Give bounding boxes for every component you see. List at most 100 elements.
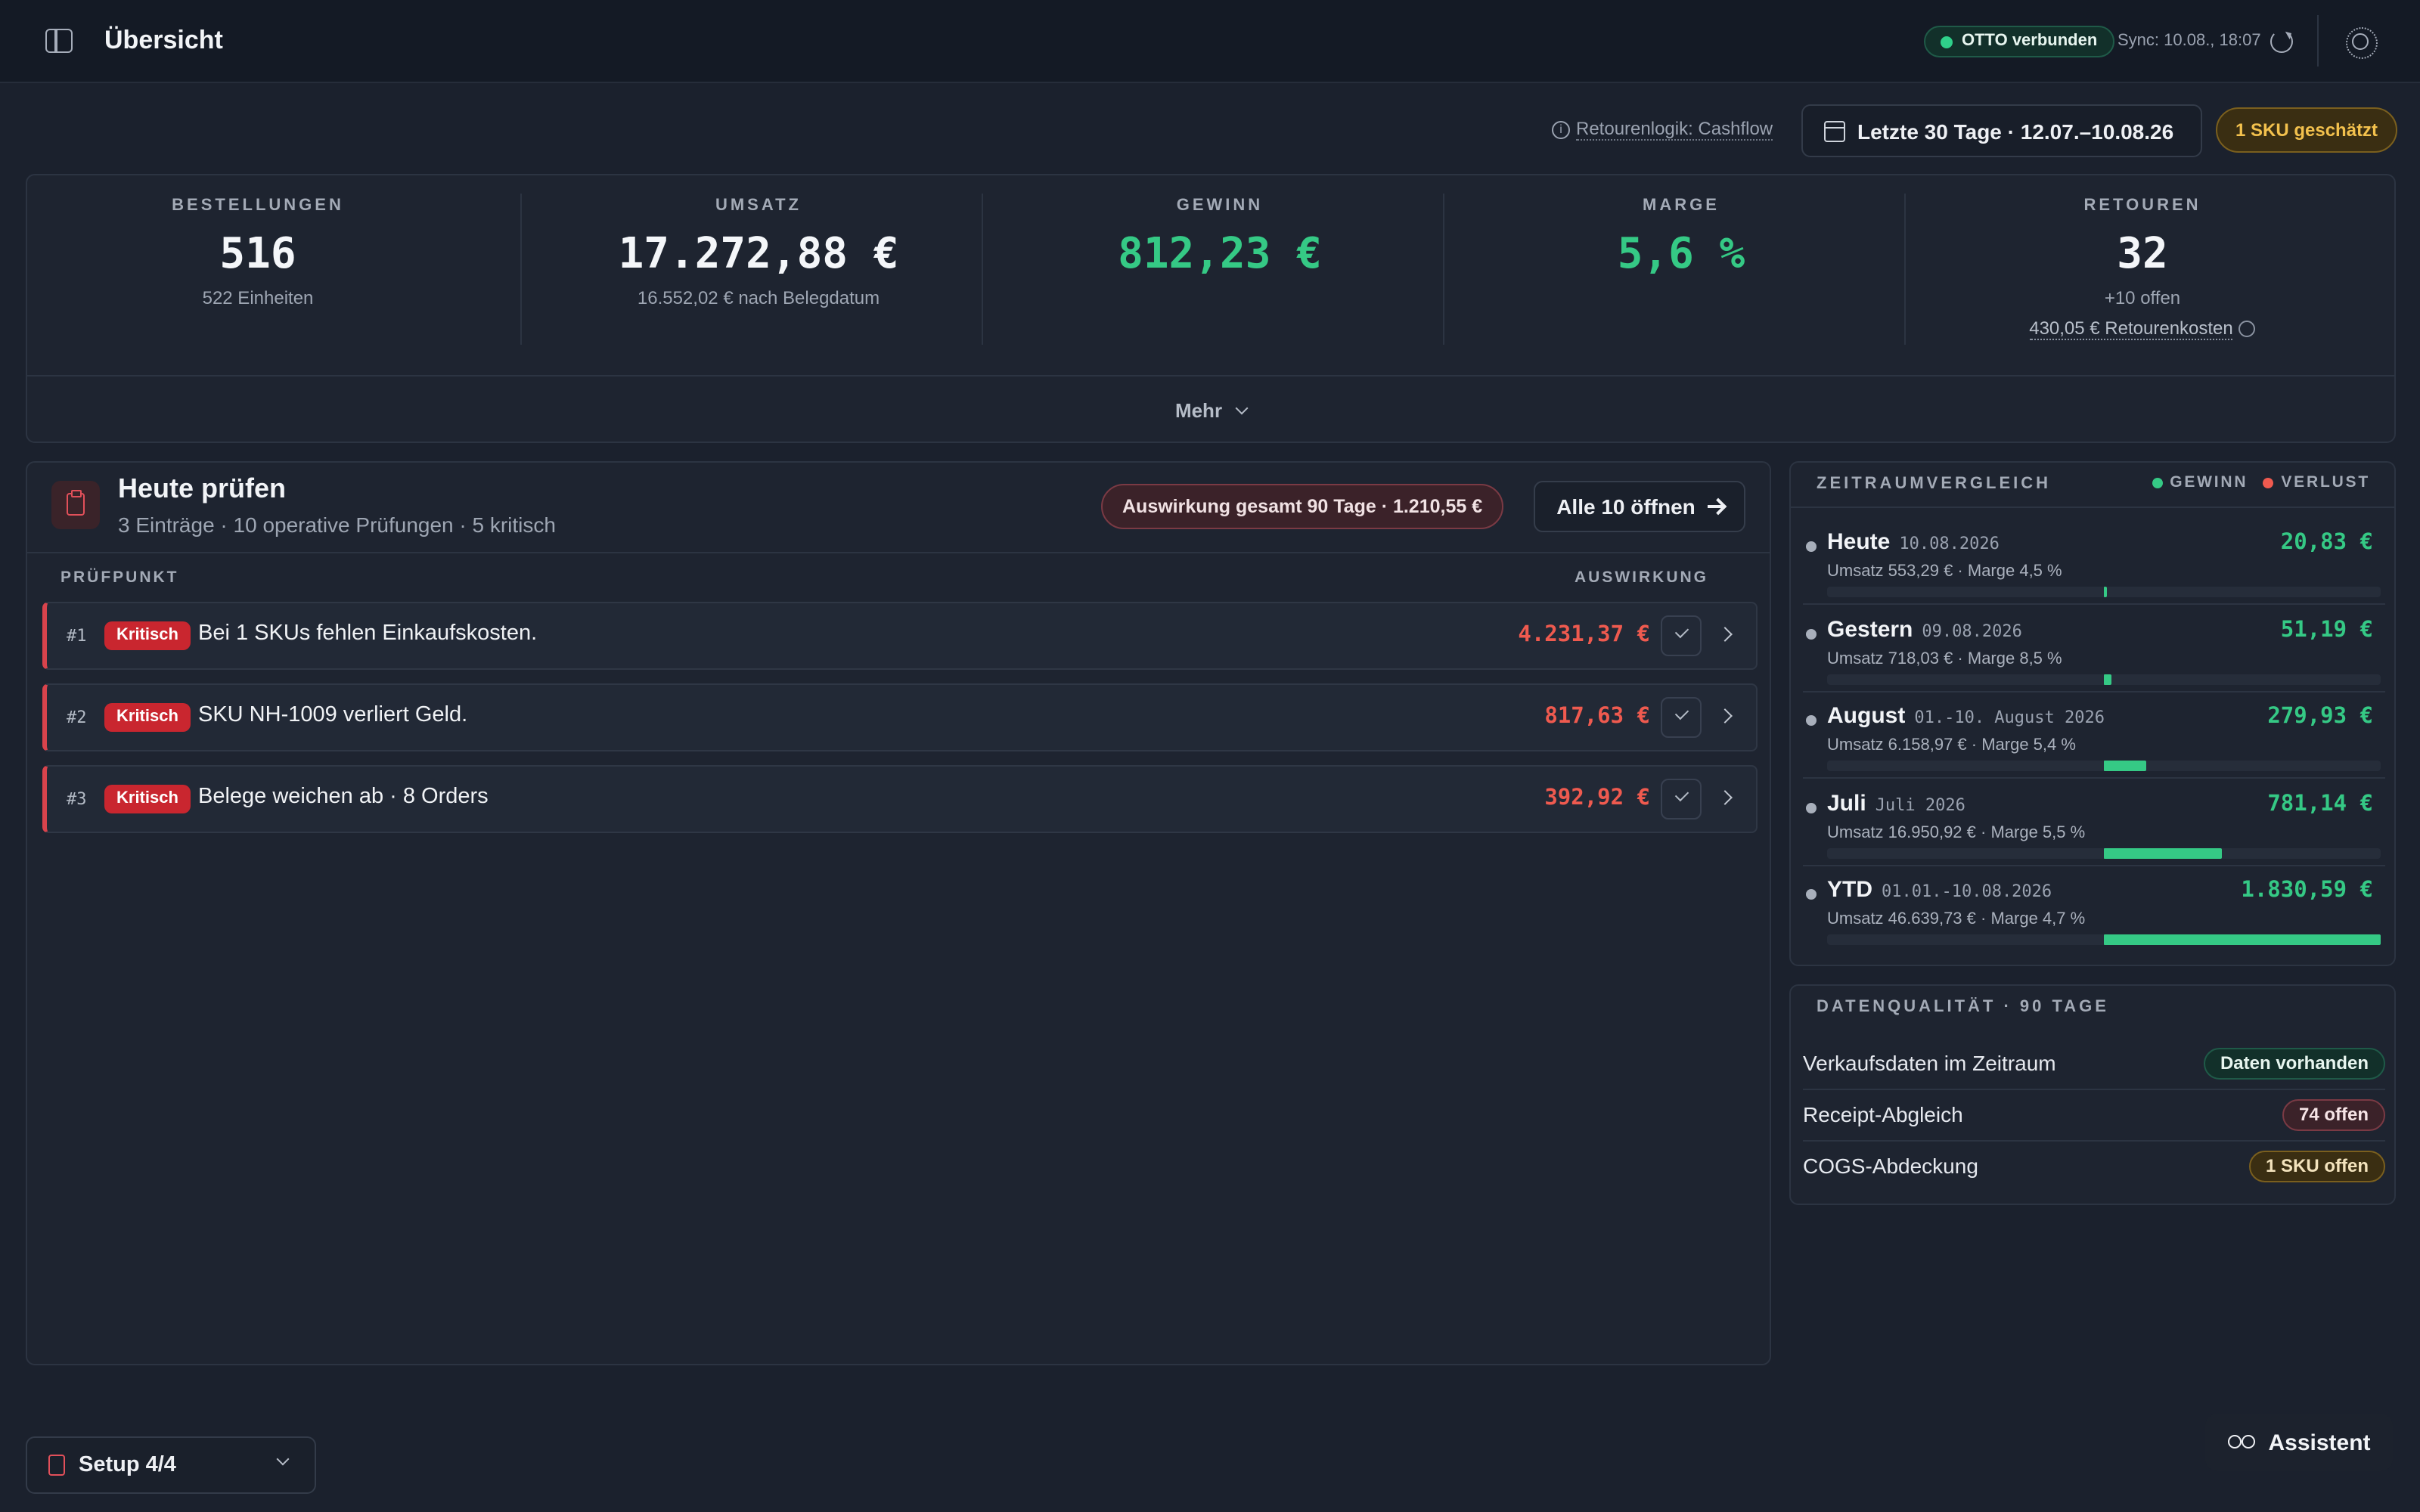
mark-done-button[interactable] xyxy=(1661,697,1702,738)
period-bar-fill xyxy=(2104,847,2223,858)
period-summary: Umsatz 553,29 € · Marge 4,5 % xyxy=(1827,562,2062,581)
today-check-card: Heute prüfen 3 Einträge · 10 operative P… xyxy=(26,461,1771,1365)
calendar-icon xyxy=(1824,120,1845,141)
check-row-number: #1 xyxy=(67,626,87,646)
kpi-more-button[interactable]: Mehr xyxy=(27,375,2394,445)
kpi-divider xyxy=(1443,194,1444,345)
setup-progress-button[interactable]: Setup 4/4 xyxy=(26,1436,316,1494)
chevron-right-icon[interactable] xyxy=(1717,790,1733,805)
check-row-amount: 392,92 € xyxy=(1544,786,1650,810)
clipboard-icon-box xyxy=(51,481,100,529)
period-profit: 279,93 € xyxy=(2267,705,2373,729)
open-all-button[interactable]: Alle 10 öffnen xyxy=(1534,481,1745,532)
kpi-label: MARGE xyxy=(1643,197,1720,215)
period-row: Juli Juli 2026 781,14 € Umsatz 16.950,92 € … xyxy=(1803,778,2385,864)
check-row-text: SKU NH-1009 verliert Geld. xyxy=(198,703,468,727)
mark-done-button[interactable] xyxy=(1661,615,1702,656)
period-dot xyxy=(1806,715,1817,726)
clipboard-icon xyxy=(48,1455,65,1476)
period-dot xyxy=(1806,889,1817,900)
period-date: Juli 2026 xyxy=(1875,795,1965,814)
legend: GEWINN VERLUST xyxy=(2152,473,2370,491)
mark-done-button[interactable] xyxy=(1661,779,1702,820)
sku-estimated-badge[interactable]: 1 SKU geschätzt xyxy=(2216,107,2398,153)
critical-badge: Kritisch xyxy=(104,703,191,732)
check-row[interactable]: #1 Kritisch Bei 1 SKUs fehlen Einkaufsko… xyxy=(42,602,1758,670)
clipboard-icon xyxy=(67,490,85,516)
data-quality-row: Receipt-Abgleich 74 offen xyxy=(1803,1089,2385,1139)
period-dot xyxy=(1806,541,1817,552)
assistant-label: Assistent xyxy=(2268,1430,2371,1455)
status-badge: 1 SKU offen xyxy=(2248,1151,2385,1182)
sync-status: Sync: 10.08., 18:07 xyxy=(2118,32,2261,50)
toolbar-divider xyxy=(2317,15,2319,67)
period-date: 01.-10. August 2026 xyxy=(1914,708,2105,727)
kpi-returns: RETOUREN 32 +10 offen 430,05 € Retourenk… xyxy=(1912,175,2373,375)
period-name: YTD 01.01.-10.08.2026 xyxy=(1827,877,2052,903)
sidebar-toggle-icon[interactable] xyxy=(45,29,73,53)
period-comparison-title: ZEITRAUMVERGLEICH xyxy=(1817,475,2051,493)
assistant-glasses-icon xyxy=(2227,1435,2255,1450)
period-row: Gestern 09.08.2026 51,19 € Umsatz 718,03 € … xyxy=(1803,604,2385,690)
column-header-checkpoint: PRÜFPUNKT xyxy=(60,569,179,587)
return-logic-info[interactable]: i Retourenlogik: Cashflow xyxy=(1552,118,1773,141)
period-name: Gestern 09.08.2026 xyxy=(1827,616,2022,642)
assistant-button[interactable]: Assistent xyxy=(2205,1414,2393,1471)
arrow-right-icon xyxy=(1707,505,1723,508)
kpi-sub: 16.552,02 € nach Belegdatum xyxy=(637,287,880,308)
period-date: 09.08.2026 xyxy=(1922,621,2022,640)
data-quality-title: DATENQUALITÄT · 90 TAGE xyxy=(1817,998,2109,1016)
period-profit: 20,83 € xyxy=(2280,531,2373,555)
period-bar-fill xyxy=(2104,934,2381,945)
kpi-sub: 522 Einheiten xyxy=(202,287,314,308)
check-card-header: Heute prüfen 3 Einträge · 10 operative P… xyxy=(27,463,1770,553)
period-row: YTD 01.01.-10.08.2026 1.830,59 € Umsatz 46.… xyxy=(1803,865,2385,951)
kpi-divider xyxy=(1904,194,1906,345)
date-range-label: Letzte 30 Tage · 12.07.–10.08.26 xyxy=(1857,119,2174,143)
period-bar-track xyxy=(1827,674,2381,684)
check-row-amount: 4.231,37 € xyxy=(1518,623,1650,647)
page-title: Übersicht xyxy=(104,26,223,54)
period-dot xyxy=(1806,802,1817,813)
data-quality-row: Verkaufsdaten im Zeitraum Daten vorhande… xyxy=(1803,1039,2385,1089)
check-card-title: Heute prüfen xyxy=(118,473,287,503)
return-costs[interactable]: 430,05 € Retourenkosten xyxy=(2029,318,2256,340)
period-profit: 781,14 € xyxy=(2267,792,2373,816)
kpi-divider xyxy=(520,194,522,345)
critical-badge: Kritisch xyxy=(104,785,191,813)
theme-toggle-sun-icon[interactable] xyxy=(2346,27,2378,59)
kpi-margin: MARGE 5,6 % xyxy=(1450,175,1912,375)
check-card-subtitle: 3 Einträge · 10 operative Prüfungen · 5 … xyxy=(118,513,556,537)
connection-status-badge: OTTO verbunden xyxy=(1924,26,2114,57)
period-name: Heute 10.08.2026 xyxy=(1827,529,2000,555)
period-name: Juli Juli 2026 xyxy=(1827,790,1965,816)
period-bar-fill xyxy=(2104,587,2107,597)
setup-label: Setup 4/4 xyxy=(79,1453,176,1477)
period-date: 10.08.2026 xyxy=(1899,534,2000,553)
total-impact-badge: Auswirkung gesamt 90 Tage · 1.210,55 € xyxy=(1101,484,1504,529)
period-summary: Umsatz 718,03 € · Marge 8,5 % xyxy=(1827,649,2062,668)
kpi-label: UMSATZ xyxy=(715,197,802,215)
refresh-icon[interactable] xyxy=(2270,30,2293,53)
chevron-right-icon[interactable] xyxy=(1717,627,1733,642)
kpi-more-label: Mehr xyxy=(1174,399,1223,422)
kpi-divider xyxy=(982,194,983,345)
period-row: Heute 10.08.2026 20,83 € Umsatz 553,29 € · … xyxy=(1803,517,2385,603)
chevron-right-icon[interactable] xyxy=(1717,708,1733,723)
data-quality-card: DATENQUALITÄT · 90 TAGE Verkaufsdaten im… xyxy=(1789,984,2396,1205)
period-row: August 01.-10. August 2026 279,93 € Umsatz … xyxy=(1803,691,2385,777)
period-bar-track xyxy=(1827,587,2381,597)
date-range-button[interactable]: Letzte 30 Tage · 12.07.–10.08.26 xyxy=(1801,104,2202,157)
kpi-value: 5,6 % xyxy=(1617,228,1745,278)
check-row[interactable]: #3 Kritisch Belege weichen ab · 8 Orders… xyxy=(42,765,1758,833)
info-icon: i xyxy=(1552,120,1570,138)
open-all-label: Alle 10 öffnen xyxy=(1556,494,1696,519)
check-row[interactable]: #2 Kritisch SKU NH-1009 verliert Geld. 8… xyxy=(42,683,1758,751)
period-name: August 01.-10. August 2026 xyxy=(1827,703,2105,729)
return-logic-label: Retourenlogik: Cashflow xyxy=(1576,118,1773,141)
status-badge: Daten vorhanden xyxy=(2203,1048,2385,1080)
check-row-text: Belege weichen ab · 8 Orders xyxy=(198,785,489,809)
return-costs-label: 430,05 € Retourenkosten xyxy=(2029,318,2233,340)
check-row-number: #3 xyxy=(67,789,87,809)
data-quality-label: Verkaufsdaten im Zeitraum xyxy=(1803,1051,2056,1075)
